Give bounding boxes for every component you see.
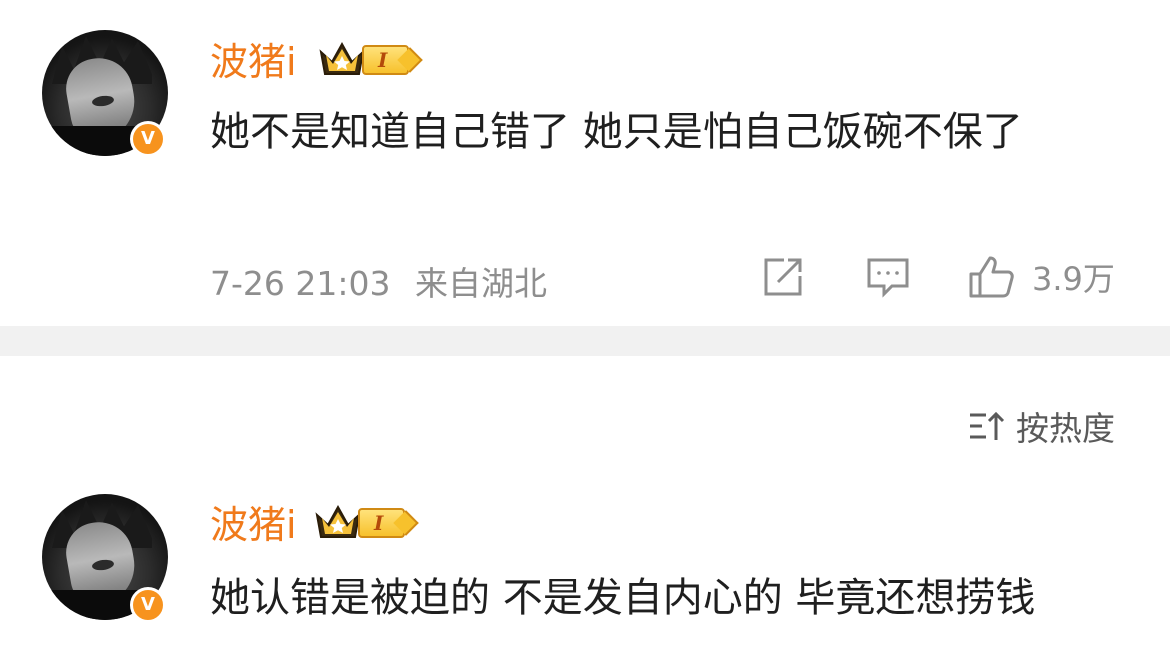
sort-button[interactable]: 按热度 [968, 402, 1115, 450]
comment-item: V 波猪i I 她认错是被迫的 不是发自内心的 毕竟还想捞钱 [0, 470, 1170, 645]
comment-item: V 波猪i I 她不是知道自己错了 她只是怕自己饭碗不保了 7-26 21:03… [0, 0, 1170, 326]
comment-icon [866, 256, 910, 298]
level-label: I [362, 45, 410, 75]
like-button[interactable]: 3.9万 [968, 254, 1115, 300]
timestamp: 7-26 21:03 [210, 264, 391, 303]
location: 来自湖北 [415, 264, 547, 303]
share-button[interactable] [762, 256, 804, 298]
share-icon [762, 256, 804, 298]
username[interactable]: 波猪i [210, 43, 297, 81]
like-count: 3.9万 [1032, 260, 1115, 298]
verified-icon: V [130, 587, 166, 623]
rank-badge[interactable]: I [314, 503, 406, 543]
rank-badge[interactable]: I [318, 40, 410, 80]
sort-label: 按热度 [1016, 409, 1115, 448]
username[interactable]: 波猪i [210, 506, 297, 544]
crown-icon [314, 503, 362, 543]
sort-icon [968, 410, 1016, 442]
level-label: I [358, 508, 406, 538]
comment-button[interactable] [866, 256, 910, 298]
comment-text: 她认错是被迫的 不是发自内心的 毕竟还想捞钱 [210, 575, 1036, 621]
comment-meta: 7-26 21:03 来自湖北 [210, 257, 547, 305]
section-divider [0, 326, 1170, 356]
crown-icon [318, 40, 366, 80]
comment-text: 她不是知道自己错了 她只是怕自己饭碗不保了 [210, 109, 1023, 155]
like-icon [968, 254, 1016, 300]
verified-icon: V [130, 121, 166, 157]
